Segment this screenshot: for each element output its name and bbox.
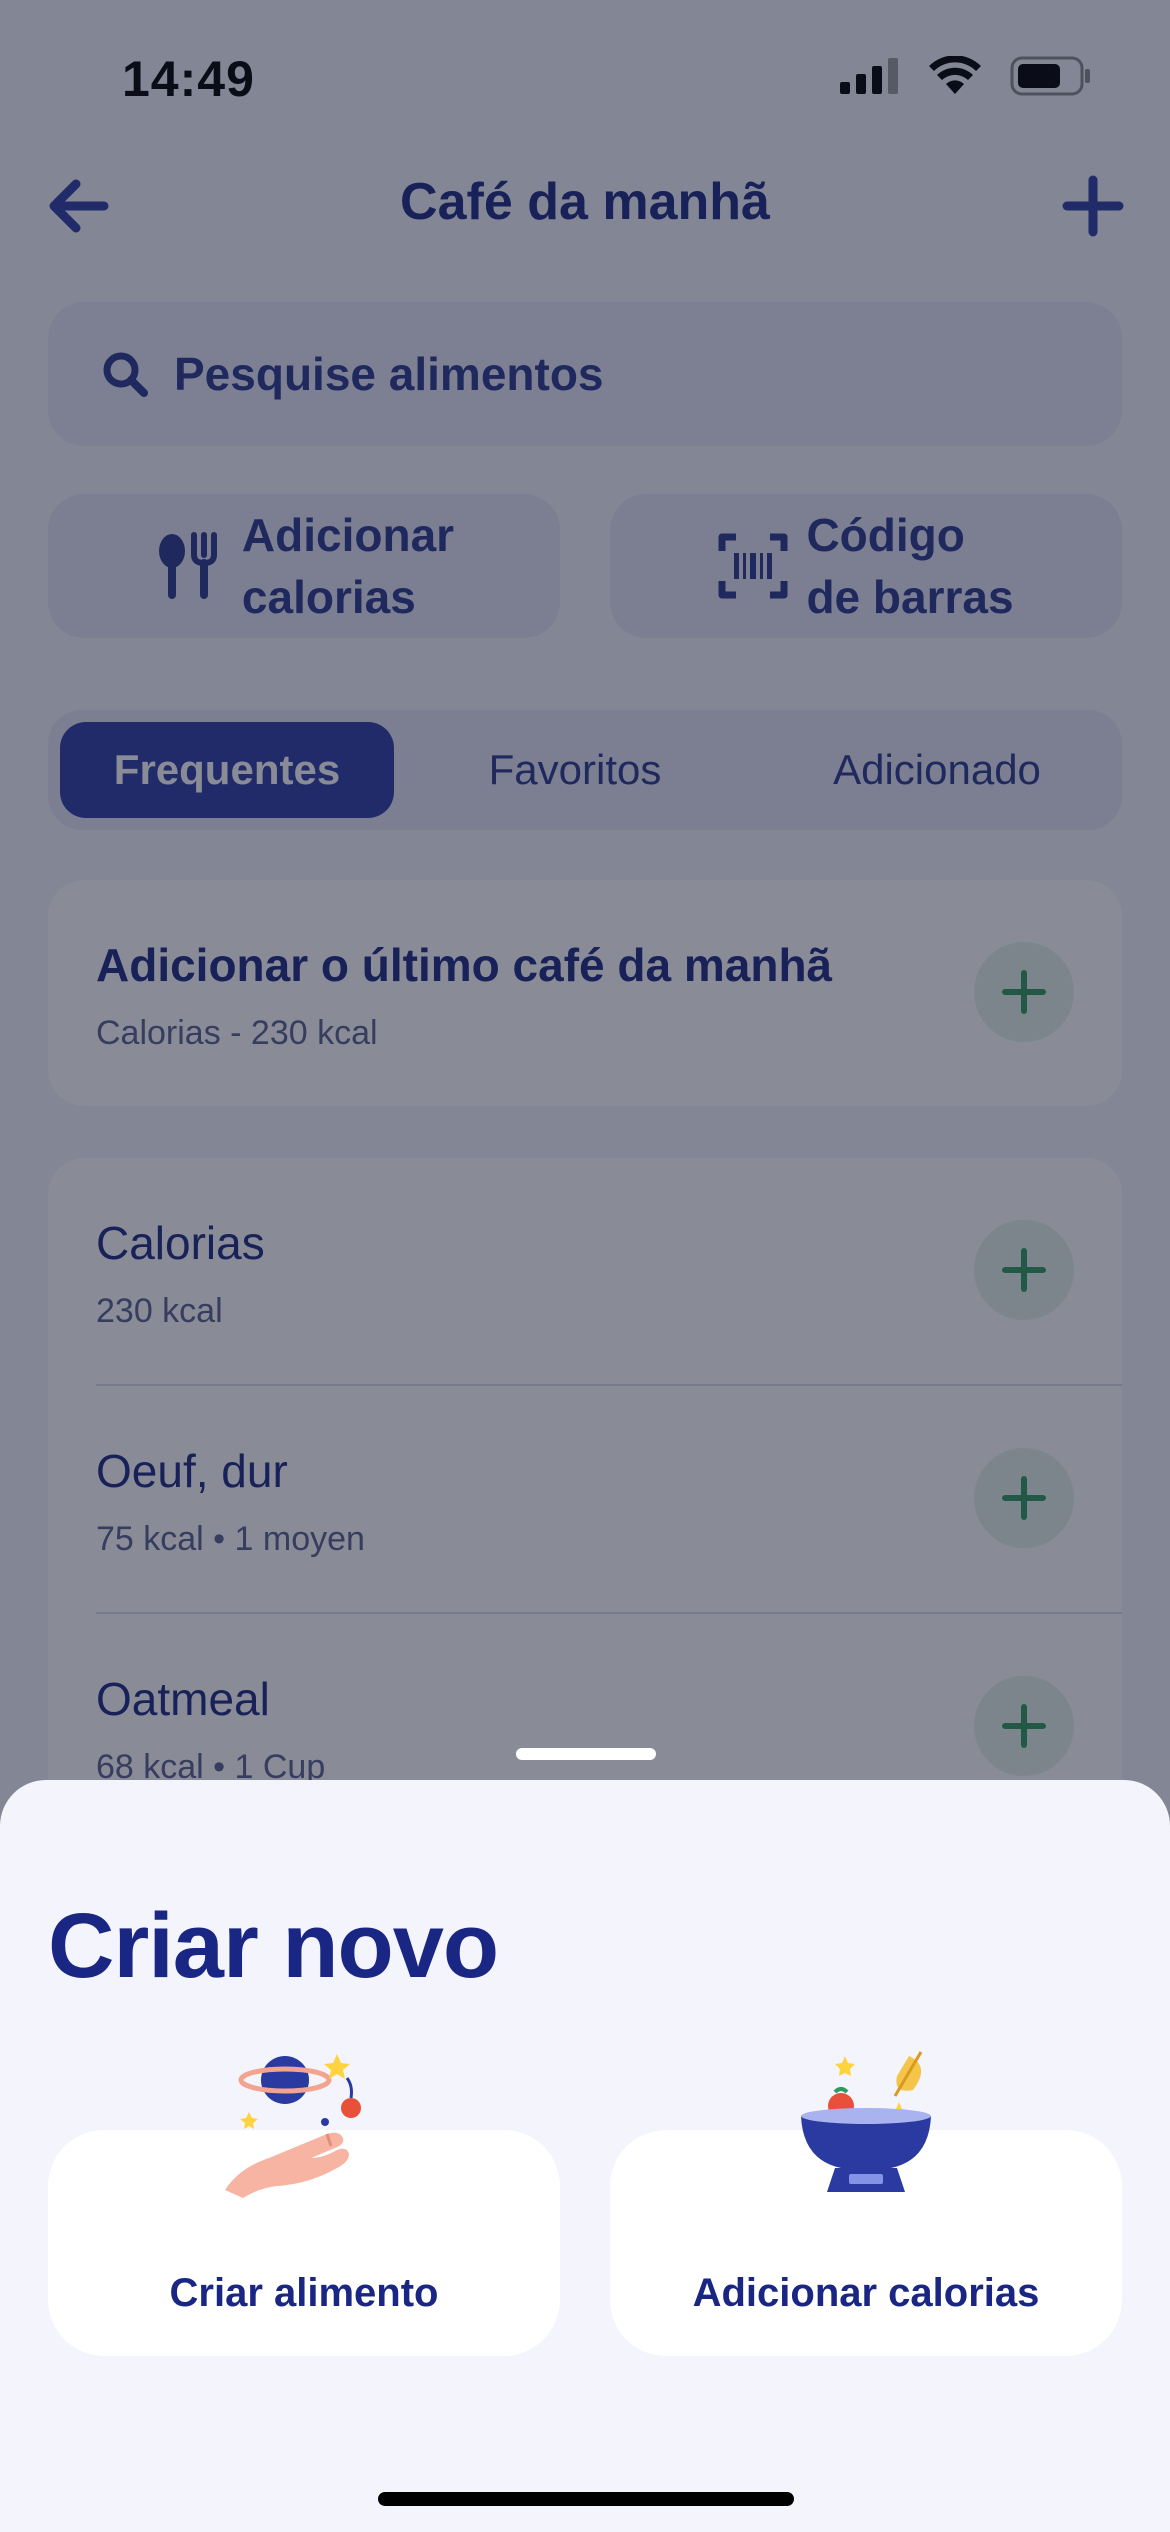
home-indicator <box>378 2492 794 2506</box>
sheet-grabber[interactable] <box>516 1748 656 1760</box>
hand-planet-icon <box>225 2054 361 2198</box>
add-calories-option[interactable]: Adicionar calorias <box>610 2051 1122 2356</box>
app-screen: 14:49 Café <box>0 0 1170 2532</box>
create-food-button[interactable]: Criar alimento <box>48 2054 560 2356</box>
scale-bowl-icon <box>801 2051 931 2192</box>
bottom-sheet: Criar novo Criar alimento Adicionar calo… <box>0 1780 1170 2532</box>
sheet-title: Criar novo <box>48 1895 499 1997</box>
add-calories-option-label: Adicionar calorias <box>692 2271 1040 2315</box>
create-food-label: Criar alimento <box>169 2271 439 2315</box>
